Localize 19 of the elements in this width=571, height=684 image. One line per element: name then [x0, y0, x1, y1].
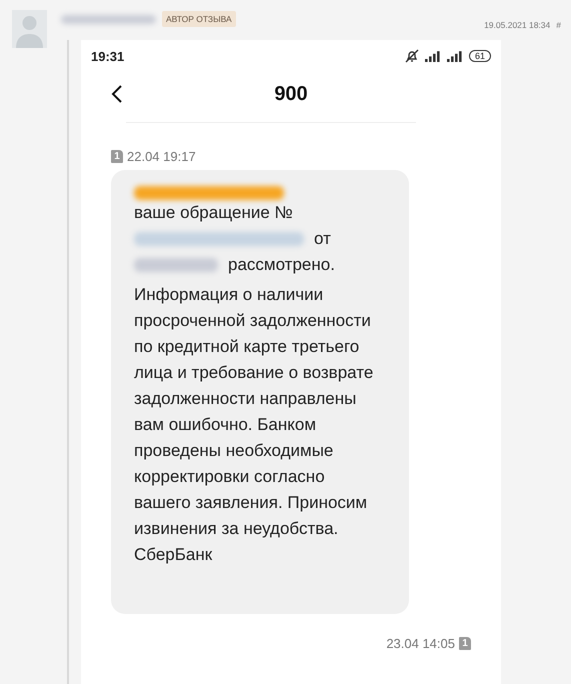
review-date: 19.05.2021 18:34	[484, 20, 550, 30]
message-text: рассмотрено.	[228, 254, 335, 276]
message-text: Информация о наличии просроченной задолженности по кредитной карте третьего лица и требование о возврате задолженности направлены вам ошибочно. Банком проведены необходимые корректировки согласно вашего заявления. Приносим извинения за неудобства. СберБанк	[134, 284, 374, 566]
signal-icon	[424, 50, 441, 62]
permalink[interactable]: #	[556, 20, 561, 30]
message-text: от	[314, 228, 331, 250]
chat-title: 900	[274, 82, 308, 106]
status-time: 19:31	[91, 48, 124, 64]
message-time: 23.04 14:05	[386, 636, 455, 651]
back-icon[interactable]	[111, 84, 123, 104]
signal-icon	[446, 50, 463, 62]
avatar-icon	[12, 10, 47, 48]
battery-level: 61	[468, 50, 491, 62]
bell-off-icon	[404, 49, 419, 63]
message-text: ваше обращение №	[134, 202, 293, 224]
sim-icon: 1	[459, 637, 471, 650]
sim-icon: 1	[111, 150, 123, 163]
author-badge: АВТОР ОТЗЫВА	[162, 11, 236, 27]
message-time: 22.04 19:17	[127, 149, 196, 164]
